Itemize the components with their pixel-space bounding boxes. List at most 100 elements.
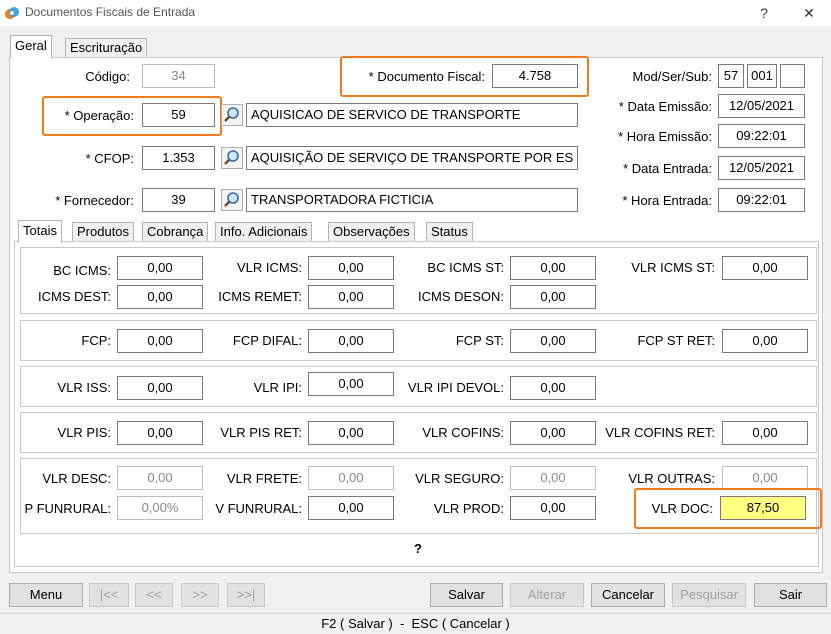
icms-remet-field[interactable]: 0,00 (308, 285, 394, 309)
p-funrural-field[interactable]: 0,00% (117, 496, 203, 520)
vlr-ipi-devol-field[interactable]: 0,00 (510, 376, 596, 400)
hora-entrada-field[interactable]: 09:22:01 (718, 188, 805, 212)
vlr-desc-field[interactable]: 0,00 (117, 466, 203, 490)
icms-dest-field[interactable]: 0,00 (117, 285, 203, 309)
subtab-status[interactable]: Status (426, 222, 473, 242)
vlr-pis-ret-label: VLR PIS RET: (220, 425, 302, 440)
v-funrural-label: V FUNRURAL: (215, 501, 302, 516)
codigo-label: Código: (85, 69, 130, 84)
vlr-iss-label: VLR ISS: (57, 380, 111, 395)
hora-emissao-label: * Hora Emissão: (618, 129, 712, 144)
vlr-cofins-field[interactable]: 0,00 (510, 421, 596, 445)
vlr-cofins-ret-label: VLR COFINS RET: (605, 425, 715, 440)
salvar-button[interactable]: Salvar (430, 583, 503, 607)
vlr-ipi-label: VLR IPI: (253, 380, 302, 395)
search-icon (224, 150, 239, 165)
vlr-frete-label: VLR FRETE: (226, 471, 302, 486)
fornecedor-search-button[interactable] (221, 189, 243, 211)
cfop-field[interactable]: 1.353 (142, 146, 215, 170)
vlr-doc-field[interactable]: 87,50 (720, 496, 806, 520)
title-bar: Documentos Fiscais de Entrada ? ✕ (0, 0, 831, 26)
vlr-outras-label: VLR OUTRAS: (628, 471, 715, 486)
search-icon (224, 107, 239, 122)
vlr-frete-field[interactable]: 0,00 (308, 466, 394, 490)
vlr-ipi-devol-label: VLR IPI DEVOL: (407, 380, 504, 395)
tab-geral[interactable]: Geral (10, 35, 52, 59)
ser-field[interactable]: 001 (747, 64, 777, 88)
fcp-difal-label: FCP DIFAL: (232, 333, 302, 348)
subtab-observacoes[interactable]: Observações (328, 222, 415, 242)
codigo-field[interactable]: 34 (142, 64, 215, 88)
bc-icms-label: BC ICMS: (53, 263, 111, 278)
fcp-field[interactable]: 0,00 (117, 329, 203, 353)
fcp-st-ret-label: FCP ST RET: (637, 333, 715, 348)
hora-emissao-field[interactable]: 09:22:01 (718, 124, 805, 148)
doc-fiscal-field[interactable]: 4.758 (492, 64, 578, 88)
bc-icms-st-field[interactable]: 0,00 (510, 256, 596, 280)
bc-icms-st-label: BC ICMS ST: (427, 260, 504, 275)
operacao-desc-field[interactable]: AQUISICAO DE SERVICO DE TRANSPORTE (246, 103, 578, 127)
fcp-st-ret-field[interactable]: 0,00 (722, 329, 808, 353)
fcp-difal-field[interactable]: 0,00 (308, 329, 394, 353)
subtab-produtos[interactable]: Produtos (72, 222, 135, 242)
fornecedor-desc-field[interactable]: TRANSPORTADORA FICTICIA (246, 188, 578, 212)
vlr-iss-field[interactable]: 0,00 (117, 376, 203, 400)
help-button[interactable]: ? (753, 3, 775, 23)
vlr-icms-st-field[interactable]: 0,00 (722, 256, 808, 280)
v-funrural-field[interactable]: 0,00 (308, 496, 394, 520)
pesquisar-button[interactable]: Pesquisar (672, 583, 746, 607)
subtab-cobranca[interactable]: Cobrança (142, 222, 209, 242)
bc-icms-field[interactable]: 0,00 (117, 256, 203, 280)
cancelar-button[interactable]: Cancelar (591, 583, 665, 607)
prev-record-button[interactable]: << (135, 583, 173, 607)
vlr-icms-field[interactable]: 0,00 (308, 256, 394, 280)
vlr-ipi-field[interactable]: 0,00 (308, 372, 394, 396)
vlr-prod-label: VLR PROD: (433, 501, 504, 516)
icms-remet-label: ICMS REMET: (218, 289, 302, 304)
vlr-seguro-field[interactable]: 0,00 (510, 466, 596, 490)
alterar-button[interactable]: Alterar (510, 583, 584, 607)
subtab-totais[interactable]: Totais (18, 220, 62, 243)
vlr-pis-field[interactable]: 0,00 (117, 421, 203, 445)
data-emissao-field[interactable]: 12/05/2021 (718, 94, 805, 118)
fornecedor-field[interactable]: 39 (142, 188, 215, 212)
data-emissao-label: * Data Emissão: (618, 99, 712, 114)
vlr-cofins-ret-field[interactable]: 0,00 (722, 421, 808, 445)
vlr-prod-field[interactable]: 0,00 (510, 496, 596, 520)
next-record-button[interactable]: >> (181, 583, 219, 607)
cfop-search-button[interactable] (221, 147, 243, 169)
vlr-doc-label: VLR DOC: (651, 501, 713, 516)
vlr-seguro-label: VLR SEGURO: (415, 471, 504, 486)
last-record-button[interactable]: >>| (227, 583, 265, 607)
fcp-label: FCP: (81, 333, 111, 348)
sub-field[interactable] (780, 64, 805, 88)
cfop-label: * CFOP: (85, 151, 134, 166)
close-button[interactable]: ✕ (798, 3, 820, 23)
operacao-field[interactable]: 59 (142, 103, 215, 127)
window-title: Documentos Fiscais de Entrada (25, 5, 196, 19)
doc-fiscal-label: * Documento Fiscal: (368, 69, 485, 84)
vlr-desc-label: VLR DESC: (42, 471, 111, 486)
subtab-info-adicionais[interactable]: Info. Adicionais (215, 222, 313, 242)
modsersub-label: Mod/Ser/Sub: (632, 69, 713, 84)
fcp-st-label: FCP ST: (455, 333, 504, 348)
vlr-icms-label: VLR ICMS: (236, 260, 302, 275)
app-logo-icon (5, 7, 19, 19)
cfop-desc-field[interactable]: AQUISIÇÃO DE SERVIÇO DE TRANSPORTE POR E… (246, 146, 578, 170)
vlr-cofins-label: VLR COFINS: (422, 425, 504, 440)
tab-escrituracao[interactable]: Escrituração (65, 38, 148, 58)
vlr-outras-field[interactable]: 0,00 (722, 466, 808, 490)
first-record-button[interactable]: |<< (89, 583, 129, 607)
fcp-st-field[interactable]: 0,00 (510, 329, 596, 353)
data-entrada-field[interactable]: 12/05/2021 (718, 156, 805, 180)
mod-field[interactable]: 57 (718, 64, 744, 88)
hora-entrada-label: * Hora Entrada: (622, 193, 712, 208)
vlr-pis-ret-field[interactable]: 0,00 (308, 421, 394, 445)
operacao-search-button[interactable] (221, 104, 243, 126)
operacao-label: * Operação: (64, 108, 134, 123)
fornecedor-label: * Fornecedor: (55, 193, 134, 208)
menu-button[interactable]: Menu (9, 583, 83, 607)
help-mark[interactable]: ? (414, 541, 422, 556)
sair-button[interactable]: Sair (754, 583, 827, 607)
icms-deson-field[interactable]: 0,00 (510, 285, 596, 309)
